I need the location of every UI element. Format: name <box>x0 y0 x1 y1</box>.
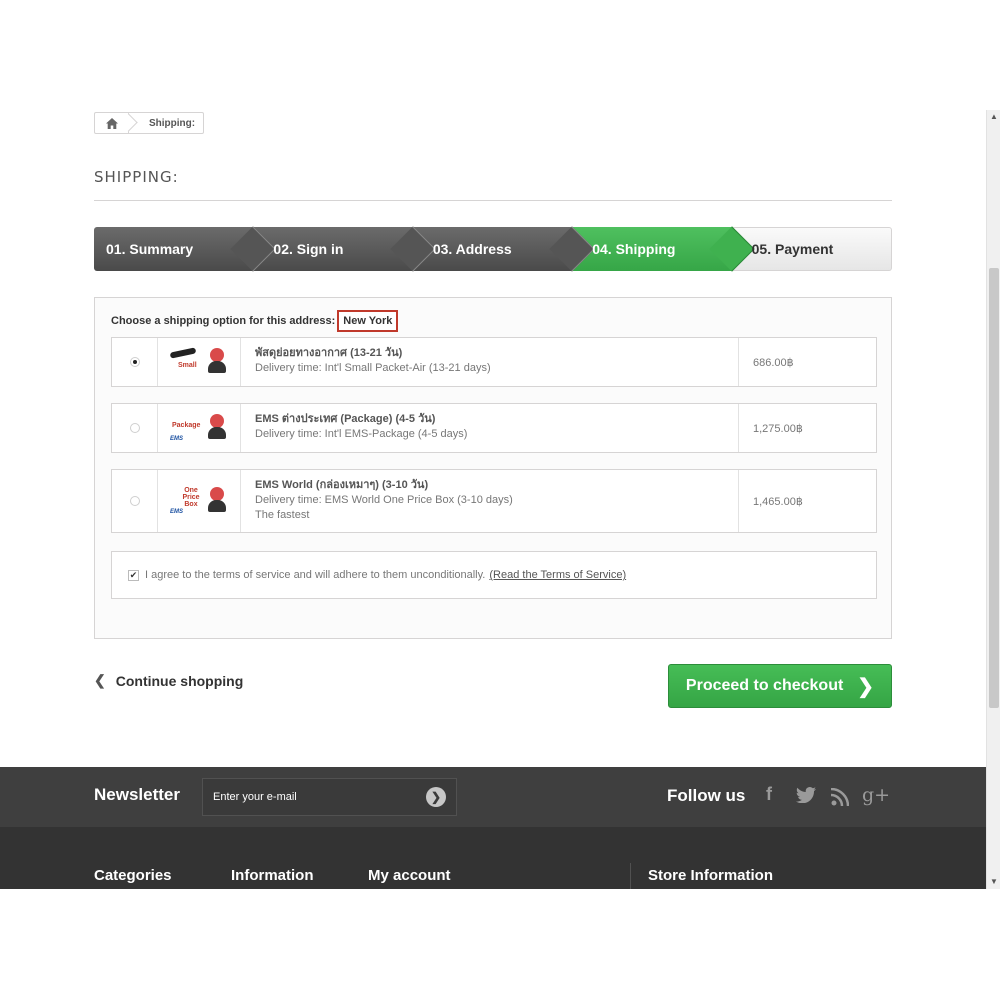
step-payment: 05. Payment <box>731 227 893 271</box>
footer-store-information-title[interactable]: Store Information <box>648 867 773 884</box>
step-label: 03. Address <box>432 241 512 257</box>
scroll-thumb[interactable] <box>989 268 999 708</box>
newsletter-title: Newsletter <box>94 785 180 804</box>
step-label: 05. Payment <box>751 241 834 257</box>
carrier-option[interactable]: Small พัสดุย่อยทางอากาศ (13-21 วัน) Deli… <box>111 337 877 387</box>
logo-text: One Price Box <box>182 487 200 508</box>
home-icon <box>105 117 118 129</box>
address-name: New York <box>337 310 399 332</box>
carrier-option[interactable]: Package EMS EMS ต่างประเทศ (Package) (4-… <box>111 403 877 453</box>
plane-icon <box>169 347 197 359</box>
carrier-radio-cell <box>112 338 158 386</box>
logo-text: Small <box>178 362 197 369</box>
carrier-logo: One Price Box EMS <box>158 470 241 532</box>
logo-text: Package <box>172 422 201 429</box>
carrier-radio[interactable] <box>129 357 140 367</box>
mascot-body <box>208 427 226 439</box>
breadcrumb: Shipping: <box>94 112 205 134</box>
twitter-icon[interactable] <box>796 787 816 803</box>
carrier-info: EMS ต่างประเทศ (Package) (4-5 วัน) Deliv… <box>241 404 739 452</box>
ems-package-logo: Package EMS <box>168 412 230 444</box>
scroll-up-arrow-icon[interactable]: ▲ <box>987 110 1000 124</box>
carrier-name: EMS World (กล่องเหมาๆ) (3-10 วัน) <box>255 479 429 491</box>
chevron-left-icon: ❮ <box>94 672 106 688</box>
proceed-to-checkout-button[interactable]: Proceed to checkout ❯ <box>668 664 892 708</box>
carrier-delivery: Delivery time: Int'l Small Packet-Air (1… <box>255 362 491 374</box>
page-title: SHIPPING: <box>94 168 179 186</box>
chevron-right-icon: ❯ <box>857 675 875 698</box>
mascot-icon <box>210 348 224 362</box>
continue-shopping-link[interactable]: ❮ Continue shopping <box>94 672 243 689</box>
step-address[interactable]: 03. Address <box>412 226 595 272</box>
footer-information-title[interactable]: Information <box>231 867 314 884</box>
terms-text: I agree to the terms of service and will… <box>145 569 486 581</box>
carrier-radio-cell <box>112 470 158 532</box>
newsletter-submit-icon[interactable]: ❯ <box>426 787 446 807</box>
rss-icon[interactable] <box>831 788 849 806</box>
ems-world-logo: One Price Box EMS <box>168 485 230 517</box>
step-label: 01. Summary <box>106 241 194 257</box>
carrier-option[interactable]: One Price Box EMS EMS World (กล่องเหมาๆ)… <box>111 469 877 533</box>
terms-checkbox[interactable]: ✔ <box>128 569 139 581</box>
newsletter-placeholder: Enter your e-mail <box>213 791 297 803</box>
newsletter-bar: Newsletter Enter your e-mail ❯ Follow us… <box>0 767 986 827</box>
carrier-logo: Small <box>158 338 241 386</box>
newsletter-email-input[interactable]: Enter your e-mail ❯ <box>202 778 457 816</box>
breadcrumb-home[interactable] <box>95 113 129 133</box>
continue-shopping-label: Continue shopping <box>115 672 244 689</box>
vertical-scrollbar[interactable]: ▲ ▼ <box>986 110 1000 889</box>
mascot-icon <box>210 487 224 501</box>
carrier-info: พัสดุย่อยทางอากาศ (13-21 วัน) Delivery t… <box>241 338 739 386</box>
scroll-down-arrow-icon[interactable]: ▼ <box>987 875 1000 889</box>
follow-us-title: Follow us <box>667 786 746 805</box>
carrier-extra: The fastest <box>255 509 310 521</box>
step-label: 02. Sign in <box>273 241 344 257</box>
checkout-steps: 01. Summary 02. Sign in 03. Address 04. … <box>94 226 893 272</box>
mascot-icon <box>210 414 224 428</box>
facebook-icon[interactable]: f <box>766 784 772 805</box>
carrier-price: 1,465.00฿ <box>753 495 803 508</box>
small-packet-logo: Small <box>168 346 230 378</box>
carrier-name: EMS ต่างประเทศ (Package) (4-5 วัน) <box>255 413 436 425</box>
google-plus-icon[interactable]: g+ <box>862 784 890 806</box>
footer: Categories Information My account Store … <box>0 827 986 889</box>
carrier-price: 1,275.00฿ <box>753 422 803 435</box>
carrier-radio-cell <box>112 404 158 452</box>
ems-mark: EMS <box>170 509 184 515</box>
footer-my-account-title[interactable]: My account <box>368 867 451 884</box>
ems-mark: EMS <box>170 436 184 442</box>
step-summary[interactable]: 01. Summary <box>94 226 277 272</box>
carrier-name: พัสดุย่อยทางอากาศ (13-21 วัน) <box>255 347 403 359</box>
step-label: 04. Shipping <box>592 241 676 257</box>
breadcrumb-current: Shipping: <box>149 117 196 129</box>
shipping-options-panel: Choose a shipping option for this addres… <box>94 297 892 639</box>
terms-link[interactable]: (Read the Terms of Service) <box>489 569 626 581</box>
footer-divider <box>630 863 631 889</box>
heading-divider <box>94 200 892 201</box>
terms-of-service: ✔ I agree to the terms of service and wi… <box>111 551 877 599</box>
mascot-body <box>208 500 226 512</box>
carrier-radio[interactable] <box>129 423 140 433</box>
carrier-radio[interactable] <box>129 496 140 506</box>
footer-categories-title[interactable]: Categories <box>94 867 172 884</box>
step-shipping: 04. Shipping <box>572 226 755 272</box>
browser-viewport: Shipping: SHIPPING: 01. Summary 02. Sign… <box>0 110 1000 889</box>
carrier-logo: Package EMS <box>158 404 241 452</box>
carrier-price: 686.00฿ <box>753 356 794 369</box>
carrier-info: EMS World (กล่องเหมาๆ) (3-10 วัน) Delive… <box>241 470 739 532</box>
step-sign-in[interactable]: 02. Sign in <box>253 226 436 272</box>
mascot-body <box>208 361 226 373</box>
carrier-delivery: Delivery time: EMS World One Price Box (… <box>255 494 513 506</box>
checkout-label: Proceed to checkout <box>685 677 844 694</box>
choose-shipping-line: Choose a shipping option for this addres… <box>111 310 399 332</box>
choose-shipping-label: Choose a shipping option for this addres… <box>111 315 336 327</box>
carrier-delivery: Delivery time: Int'l EMS-Package (4-5 da… <box>255 428 468 440</box>
